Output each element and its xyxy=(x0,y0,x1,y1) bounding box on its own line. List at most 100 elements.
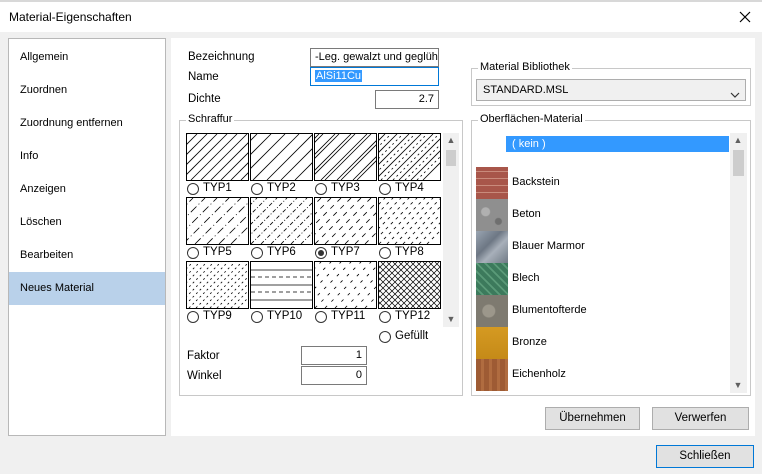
material-scrollbar[interactable]: ▲ ▼ xyxy=(730,133,747,393)
sidebar-item-info[interactable]: Info xyxy=(9,140,165,173)
sidebar-item-anzeigen[interactable]: Anzeigen xyxy=(9,173,165,206)
material-item[interactable]: Blumentofterde xyxy=(476,295,724,327)
chevron-down-icon xyxy=(730,86,740,98)
material-item[interactable]: Backstein xyxy=(476,167,724,199)
dichte-input[interactable]: 2.7 xyxy=(375,90,439,109)
material-name: Bronze xyxy=(512,336,547,348)
name-input-value: AlSi11Cu xyxy=(315,70,363,82)
material-thumbnail xyxy=(476,327,508,359)
hatch-swatch-typ8[interactable] xyxy=(378,197,441,245)
radio-typ12[interactable] xyxy=(379,311,391,323)
material-item[interactable]: Bronze xyxy=(476,327,724,359)
sidebar-item-allgemein[interactable]: Allgemein xyxy=(9,41,165,74)
material-item-none[interactable]: ( kein ) xyxy=(506,136,729,152)
title-bar: Material-Eigenschaften xyxy=(0,2,762,32)
oberflaechen-title: Oberflächen-Material xyxy=(478,113,585,125)
hatch-swatch-typ2[interactable] xyxy=(250,133,313,181)
hatch-swatch-typ10[interactable] xyxy=(250,261,313,309)
winkel-input[interactable]: 0 xyxy=(301,366,367,385)
bezeichnung-label: Bezeichnung xyxy=(188,51,255,63)
sidebar-item-zuordnung-entfernen[interactable]: Zuordnung entfernen xyxy=(9,107,165,140)
radio-label-typ5: TYP5 xyxy=(203,246,232,258)
material-thumbnail xyxy=(476,231,508,263)
radio-typ9[interactable] xyxy=(187,311,199,323)
radio-label-typ3: TYP3 xyxy=(331,182,360,194)
radio-label-typ12: TYP12 xyxy=(395,310,431,322)
radio-gefuellt[interactable] xyxy=(379,331,391,343)
radio-typ4[interactable] xyxy=(379,183,391,195)
radio-typ7[interactable] xyxy=(315,247,327,259)
sidebar-item-zuordnen[interactable]: Zuordnen xyxy=(9,74,165,107)
material-thumbnail xyxy=(476,359,508,391)
material-scroll-thumb[interactable] xyxy=(733,150,744,176)
window-title: Material-Eigenschaften xyxy=(9,10,132,24)
schraffur-group: Schraffur TYP1 TYP2 TYP3 TYP4 TYP5 TYP6 … xyxy=(179,113,463,396)
hatch-swatch-typ11[interactable] xyxy=(314,261,377,309)
radio-typ11[interactable] xyxy=(315,311,327,323)
scroll-up-icon[interactable]: ▲ xyxy=(445,134,457,146)
sidebar-item-loeschen[interactable]: Löschen xyxy=(9,206,165,239)
close-icon[interactable] xyxy=(734,6,756,28)
faktor-label: Faktor xyxy=(187,350,220,362)
hatch-scrollbar[interactable]: ▲ ▼ xyxy=(443,133,459,327)
radio-typ3[interactable] xyxy=(315,183,327,195)
material-item[interactable]: Blech xyxy=(476,263,724,295)
material-item[interactable]: Beton xyxy=(476,199,724,231)
scroll-down-icon[interactable]: ▼ xyxy=(445,313,457,325)
radio-typ2[interactable] xyxy=(251,183,263,195)
bibliothek-title: Material Bibliothek xyxy=(478,61,572,73)
material-item[interactable]: Blauer Marmor xyxy=(476,231,724,263)
scroll-down-icon[interactable]: ▼ xyxy=(732,379,744,391)
sidebar-item-neues-material[interactable]: Neues Material xyxy=(9,272,165,305)
dichte-label: Dichte xyxy=(188,93,221,105)
schliessen-button[interactable]: Schließen xyxy=(656,445,754,468)
radio-typ10[interactable] xyxy=(251,311,263,323)
material-list[interactable]: ( kein ) Backstein Beton Blauer Marmor B… xyxy=(476,133,747,393)
verwerfen-button[interactable]: Verwerfen xyxy=(652,407,749,430)
hatch-swatch-typ12[interactable] xyxy=(378,261,441,309)
material-thumbnail xyxy=(476,199,508,231)
sidebar: Allgemein Zuordnen Zuordnung entfernen I… xyxy=(8,38,166,436)
radio-typ6[interactable] xyxy=(251,247,263,259)
hatch-scroll-thumb[interactable] xyxy=(446,150,456,166)
material-thumbnail xyxy=(476,263,508,295)
faktor-input[interactable]: 1 xyxy=(301,346,367,365)
sidebar-item-bearbeiten[interactable]: Bearbeiten xyxy=(9,239,165,272)
schraffur-title: Schraffur xyxy=(186,113,235,125)
material-name: Blumentofterde xyxy=(512,304,587,316)
hatch-swatch-typ6[interactable] xyxy=(250,197,313,245)
winkel-label: Winkel xyxy=(187,370,222,382)
radio-label-typ10: TYP10 xyxy=(267,310,303,322)
radio-label-typ4: TYP4 xyxy=(395,182,424,194)
material-name: Eichenholz xyxy=(512,368,566,380)
bezeichnung-input[interactable]: -Leg. gewalzt und geglüht xyxy=(310,48,439,67)
material-name: Beton xyxy=(512,208,541,220)
uebernehmen-button[interactable]: Übernehmen xyxy=(545,407,640,430)
material-item[interactable]: Eichenholz xyxy=(476,359,724,391)
radio-label-typ8: TYP8 xyxy=(395,246,424,258)
hatch-swatch-typ5[interactable] xyxy=(186,197,249,245)
material-name: Blauer Marmor xyxy=(512,240,585,252)
material-name: Backstein xyxy=(512,176,560,188)
material-thumbnail xyxy=(476,295,508,327)
bibliothek-select-value: STANDARD.MSL xyxy=(483,84,569,96)
bibliothek-group: Material Bibliothek STANDARD.MSL xyxy=(471,61,751,106)
oberflaechen-group: Oberflächen-Material ( kein ) Backstein … xyxy=(471,113,751,396)
hatch-swatch-typ7[interactable] xyxy=(314,197,377,245)
name-input[interactable]: AlSi11Cu xyxy=(310,67,439,86)
scroll-up-icon[interactable]: ▲ xyxy=(732,134,744,146)
hatch-swatch-typ1[interactable] xyxy=(186,133,249,181)
radio-label-typ9: TYP9 xyxy=(203,310,232,322)
radio-label-typ1: TYP1 xyxy=(203,182,232,194)
hatch-swatch-typ3[interactable] xyxy=(314,133,377,181)
radio-typ5[interactable] xyxy=(187,247,199,259)
name-label: Name xyxy=(188,71,219,83)
radio-label-typ7: TYP7 xyxy=(331,246,360,258)
radio-typ1[interactable] xyxy=(187,183,199,195)
content-panel: Bezeichnung -Leg. gewalzt und geglüht Na… xyxy=(171,38,755,436)
hatch-swatch-typ9[interactable] xyxy=(186,261,249,309)
bibliothek-select[interactable]: STANDARD.MSL xyxy=(476,79,746,101)
material-thumbnail xyxy=(476,167,508,199)
radio-typ8[interactable] xyxy=(379,247,391,259)
hatch-swatch-typ4[interactable] xyxy=(378,133,441,181)
